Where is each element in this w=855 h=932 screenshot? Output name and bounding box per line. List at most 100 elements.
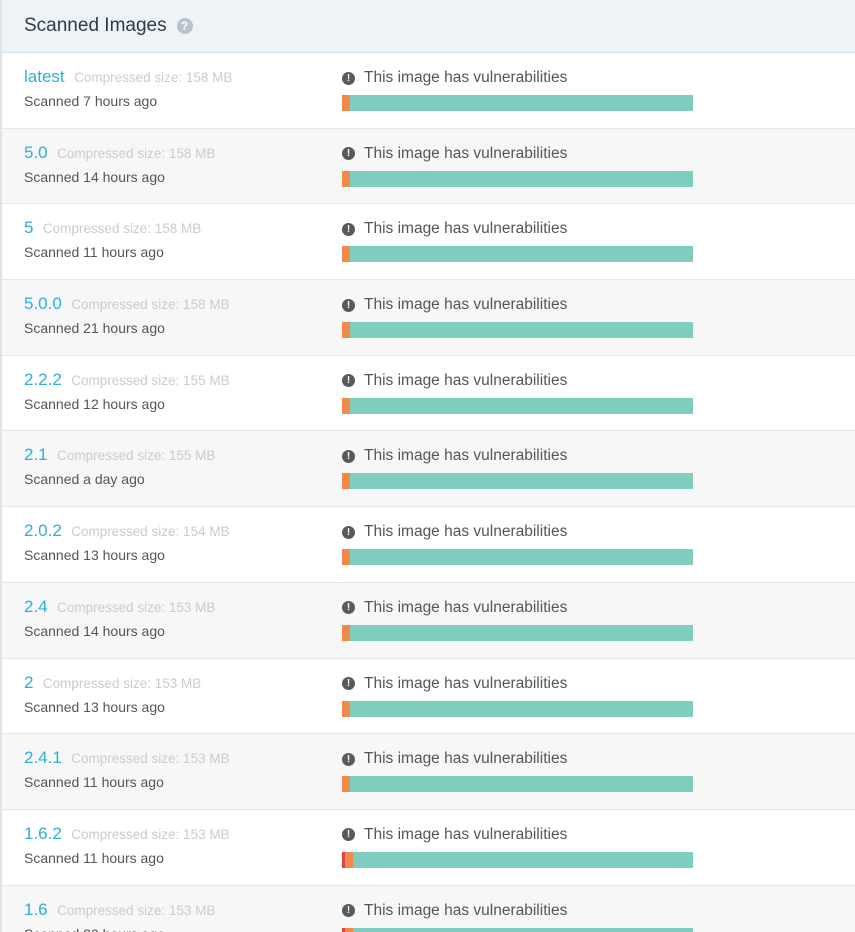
exclamation-circle-icon: ! [342, 449, 355, 463]
status-text: This image has vulnerabilities [364, 750, 568, 768]
image-row[interactable]: 5 Compressed size: 158 MB Scanned 11 hou… [2, 204, 855, 281]
image-tag-link[interactable]: 2.4 [24, 597, 48, 616]
status-text: This image has vulnerabilities [364, 69, 568, 86]
image-name-line: 2.0.2 Compressed size: 154 MB [24, 521, 230, 541]
compressed-size: Compressed size: 158 MB [71, 297, 230, 313]
image-name-line: 5.0 Compressed size: 158 MB [24, 143, 215, 163]
bar-segment-none [350, 549, 693, 566]
image-tag-link[interactable]: latest [24, 67, 65, 86]
image-tag-link[interactable]: 1.6 [24, 900, 48, 919]
image-tag-link[interactable]: 2.0.2 [24, 521, 62, 540]
image-tag-link[interactable]: 5.0 [24, 143, 48, 162]
image-tag-link[interactable]: 2.4.1 [24, 748, 62, 767]
bar-segment-none [350, 322, 693, 339]
compressed-size: Compressed size: 153 MB [57, 599, 216, 615]
compressed-size: Compressed size: 154 MB [71, 524, 230, 540]
image-row[interactable]: 5.0.0 Compressed size: 158 MB Scanned 21… [2, 280, 855, 356]
compressed-size: Compressed size: 158 MB [74, 70, 233, 85]
image-tag-link[interactable]: 1.6.2 [24, 824, 62, 843]
image-row[interactable]: 1.6 Compressed size: 153 MB Scanned 20 h… [2, 885, 855, 932]
compressed-size: Compressed size: 158 MB [42, 221, 202, 237]
image-name-line: 5 Compressed size: 158 MB [24, 218, 201, 238]
image-row[interactable]: 5.0 Compressed size: 158 MB Scanned 14 h… [2, 128, 855, 205]
bar-segment-none [350, 624, 693, 641]
scanned-time: Scanned 11 hours ago [24, 244, 164, 261]
bar-segment-none [350, 246, 693, 263]
vulnerability-bar[interactable] [342, 246, 693, 263]
vulnerability-status: ! This image has vulnerabilities [342, 69, 567, 87]
vulnerability-bar[interactable] [342, 95, 693, 111]
vulnerability-bar[interactable] [342, 473, 693, 490]
image-name-line: latest Compressed size: 158 MB [24, 67, 232, 87]
exclamation-circle-icon: ! [342, 904, 355, 918]
scanned-time: Scanned 13 hours ago [24, 547, 165, 564]
scanned-time: Scanned 13 hours ago [24, 698, 165, 715]
image-tag-link[interactable]: 2.1 [24, 445, 48, 464]
vulnerability-bar[interactable] [342, 700, 693, 717]
bar-segment-none [350, 170, 693, 187]
scanned-time: Scanned a day ago [24, 471, 145, 488]
image-row[interactable]: 2.2.2 Compressed size: 155 MB Scanned 12… [2, 356, 855, 432]
image-tag-link[interactable]: 2.2.2 [24, 370, 62, 389]
bar-segment-none [350, 473, 693, 490]
compressed-size: Compressed size: 153 MB [71, 751, 230, 767]
image-row[interactable]: 2.4 Compressed size: 153 MB Scanned 14 h… [2, 582, 855, 659]
question-circle-icon[interactable]: ? [176, 18, 193, 34]
bar-segment-none [350, 776, 693, 793]
exclamation-circle-icon: ! [342, 374, 355, 388]
vulnerability-bar[interactable] [342, 170, 693, 187]
status-text: This image has vulnerabilities [364, 296, 568, 314]
image-tag-link[interactable]: 5.0.0 [24, 294, 62, 313]
status-text: This image has vulnerabilities [364, 825, 568, 843]
bar-segment-medium [342, 549, 351, 566]
image-row[interactable]: 2.1 Compressed size: 155 MB Scanned a da… [2, 431, 855, 508]
compressed-size: Compressed size: 153 MB [57, 902, 216, 918]
bar-segment-medium [345, 851, 354, 868]
exclamation-circle-icon: ! [342, 71, 355, 85]
image-name-line: 2.1 Compressed size: 155 MB [24, 445, 215, 465]
bar-segment-medium [342, 95, 351, 111]
scanned-time: Scanned 21 hours ago [24, 320, 165, 337]
image-name-line: 5.0.0 Compressed size: 158 MB [24, 294, 230, 314]
exclamation-circle-icon: ! [342, 828, 355, 842]
bar-segment-medium [345, 927, 354, 932]
exclamation-circle-icon: ! [342, 677, 355, 690]
status-text: This image has vulnerabilities [364, 523, 568, 541]
scanned-images-panel: Scanned Images ? latest Compressed size:… [0, 0, 855, 932]
bar-segment-none [350, 397, 693, 414]
status-text: This image has vulnerabilities [364, 901, 568, 919]
compressed-size: Compressed size: 155 MB [71, 372, 230, 388]
compressed-size: Compressed size: 155 MB [57, 448, 216, 464]
image-name-line: 2 Compressed size: 153 MB [24, 673, 201, 693]
bar-segment-medium [342, 473, 351, 490]
image-name-line: 2.2.2 Compressed size: 155 MB [24, 370, 230, 390]
bar-segment-medium [342, 700, 351, 717]
image-row[interactable]: 2.0.2 Compressed size: 154 MB Scanned 13… [2, 507, 855, 583]
vulnerability-bar[interactable] [342, 776, 693, 793]
exclamation-circle-icon: ! [342, 752, 355, 766]
panel-title: Scanned Images [24, 15, 167, 36]
bar-segment-medium [342, 246, 351, 263]
status-text: This image has vulnerabilities [364, 220, 568, 238]
image-tag-link[interactable]: 5 [24, 218, 33, 237]
bar-segment-medium [342, 322, 351, 339]
image-row[interactable]: 2.4.1 Compressed size: 153 MB Scanned 11… [2, 734, 855, 810]
scanned-time: Scanned 14 hours ago [24, 622, 165, 639]
bar-segment-medium [342, 624, 351, 641]
vulnerability-bar[interactable] [342, 397, 693, 414]
vulnerability-status: ! This image has vulnerabilities [342, 599, 567, 617]
scanned-time: Scanned 11 hours ago [24, 774, 164, 791]
image-tag-link[interactable]: 2 [24, 673, 33, 692]
image-name-line: 1.6.2 Compressed size: 153 MB [24, 824, 230, 844]
image-name-line: 1.6 Compressed size: 153 MB [24, 900, 215, 920]
vulnerability-bar[interactable] [342, 851, 693, 868]
vulnerability-bar[interactable] [342, 624, 693, 641]
vulnerability-bar[interactable] [342, 322, 693, 339]
image-row[interactable]: 1.6.2 Compressed size: 153 MB Scanned 11… [2, 810, 855, 886]
image-row[interactable]: 2 Compressed size: 153 MB Scanned 13 hou… [2, 659, 855, 735]
image-row[interactable]: latest Compressed size: 158 MB Scanned 7… [2, 53, 855, 129]
compressed-size: Compressed size: 153 MB [42, 675, 202, 691]
vulnerability-bar[interactable] [342, 927, 693, 932]
bar-segment-none [353, 927, 693, 932]
vulnerability-bar[interactable] [342, 549, 693, 566]
